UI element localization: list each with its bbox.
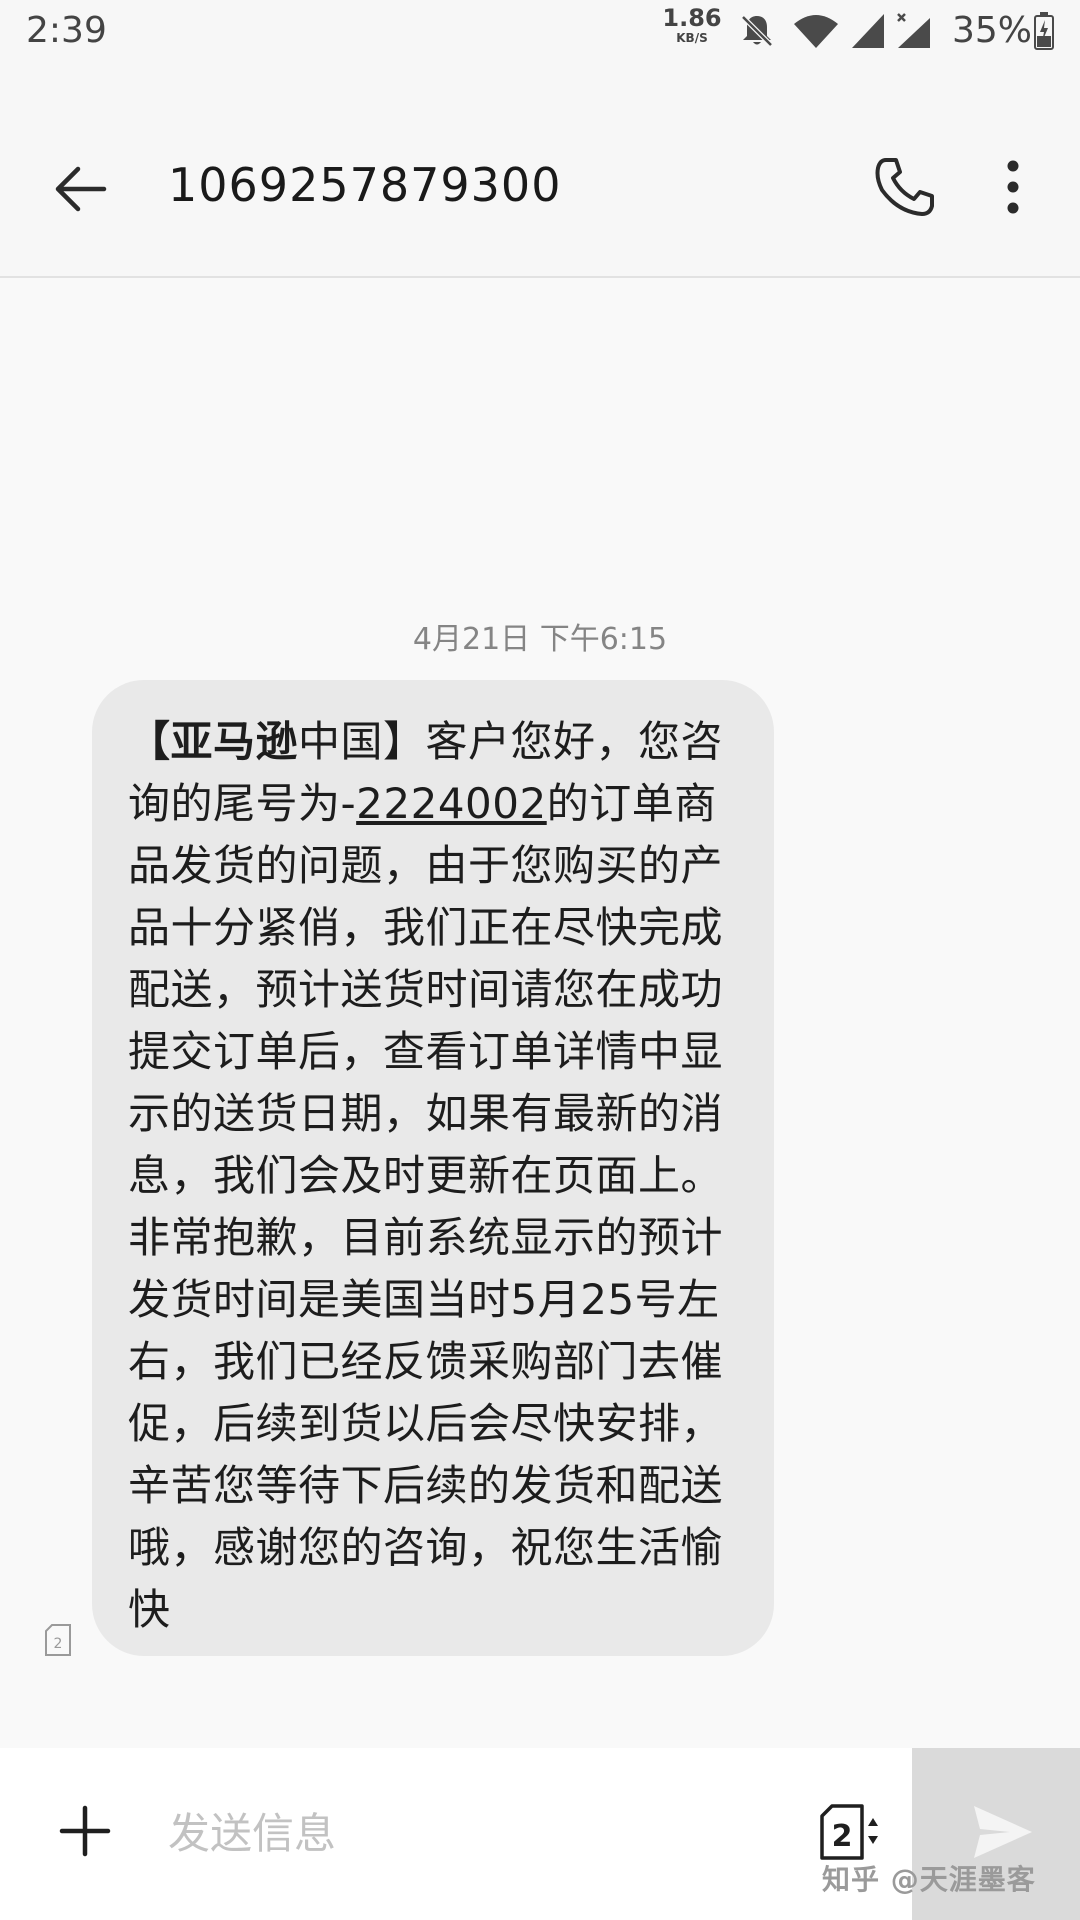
message-line: 询的尾号为-2224002的订单商 bbox=[128, 770, 717, 831]
message-line: 辛苦您等待下后续的发货和配送 bbox=[128, 1461, 724, 1510]
signal-icon bbox=[852, 14, 884, 48]
message-bubble[interactable]: 【亚马逊中国】客户您好，您咨 询的尾号为-2224002的订单商 品发货的问题，… bbox=[92, 680, 774, 1656]
message-line: 示的送货日期，如果有最新的消 bbox=[128, 1089, 724, 1138]
message-line: 发货时间是美国当时5月25号左 bbox=[128, 1275, 720, 1324]
message-sender-tag: 【亚马逊 bbox=[128, 717, 299, 766]
network-speed-unit: KB/S bbox=[676, 31, 708, 45]
message-line: 品发货的问题，由于您购买的产 bbox=[128, 841, 724, 890]
message-line: 息，我们会及时更新在页面上。 bbox=[128, 1151, 724, 1200]
message-line: 哦，感谢您的咨询，祝您生活愉 bbox=[128, 1523, 724, 1572]
message-line: 配送，预计送货时间请您在成功 bbox=[128, 965, 724, 1014]
message-line: 提交订单后，查看订单详情中显 bbox=[128, 1027, 724, 1076]
sim-card-icon: 2 bbox=[45, 1624, 71, 1656]
message-line: 非常抱歉，目前系统显示的预计 bbox=[128, 1213, 724, 1262]
status-bar: 2:39 1.86 KB/S 35% bbox=[0, 0, 1080, 64]
signal-no-data-icon bbox=[897, 13, 930, 48]
conversation-toolbar: 1069257879300 bbox=[0, 64, 1080, 278]
contact-title: 1069257879300 bbox=[168, 158, 562, 212]
notifications-off-icon bbox=[741, 15, 773, 47]
message-line: 品十分紧俏，我们正在尽快完成 bbox=[128, 903, 724, 952]
message-list[interactable]: 4月21日 下午6:15 【亚马逊中国】客户您好，您咨 询的尾号为-222400… bbox=[0, 278, 1080, 1748]
sim-select-icon[interactable]: 2 bbox=[818, 1804, 882, 1862]
battery-icon bbox=[1034, 12, 1054, 50]
message-line: 快 bbox=[128, 1585, 171, 1634]
message-text: 中国】客户您好，您咨 bbox=[298, 717, 724, 766]
network-speed: 1.86 KB/S bbox=[662, 6, 722, 44]
message-line: 【亚马逊中国】客户您好，您咨 bbox=[128, 708, 723, 769]
message-timestamp: 4月21日 下午6:15 bbox=[412, 622, 668, 657]
order-number-link[interactable]: 2224002 bbox=[356, 779, 547, 828]
status-time: 2:39 bbox=[26, 10, 107, 51]
add-icon[interactable] bbox=[58, 1804, 112, 1858]
battery-percent: 35% bbox=[952, 10, 1033, 51]
send-icon bbox=[974, 1806, 1032, 1858]
message-line: 促，后续到货以后会尽快安排， bbox=[128, 1399, 724, 1448]
message-text: 询的尾号为- bbox=[128, 779, 357, 828]
back-arrow-icon[interactable] bbox=[50, 159, 110, 219]
message-text: 的订单商 bbox=[546, 779, 717, 828]
sim-card-label: 2 bbox=[54, 1636, 63, 1652]
phone-icon[interactable] bbox=[872, 154, 938, 220]
more-vert-icon[interactable] bbox=[990, 156, 1036, 218]
wifi-icon bbox=[794, 15, 838, 48]
message-line: 右，我们已经反馈采购部门去催 bbox=[128, 1337, 724, 1386]
sim-slot-label: 2 bbox=[832, 1819, 853, 1854]
network-speed-value: 1.86 bbox=[662, 4, 722, 32]
watermark: 知乎 @天涯墨客 bbox=[822, 1863, 1036, 1896]
message-input[interactable] bbox=[166, 1792, 770, 1874]
